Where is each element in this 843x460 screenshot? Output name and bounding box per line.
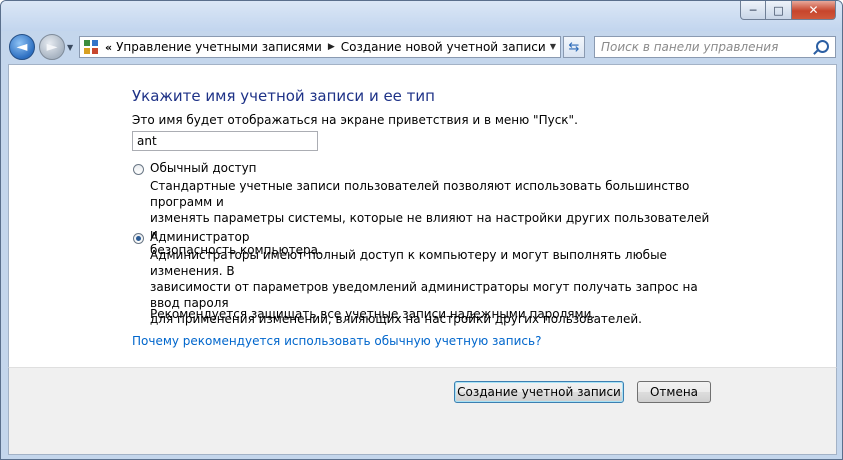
caption-buttons: ─ □ ✕	[740, 1, 836, 21]
content-area: Укажите имя учетной записи и ее тип Это …	[8, 64, 837, 368]
maximize-button[interactable]: □	[766, 1, 792, 20]
address-bar[interactable]: « Управление учетными записями ▶ Создани…	[79, 36, 561, 58]
account-name-input[interactable]	[132, 131, 318, 151]
button-bar: Создание учетной записи Отмена	[8, 367, 837, 455]
standard-user-label[interactable]: Обычный доступ	[150, 161, 257, 175]
breadcrumb-separator-icon[interactable]: ▶	[328, 42, 335, 52]
navigation-bar: ◄ ► ▼ « Управление учетными записями ▶ С…	[1, 31, 842, 63]
address-dropdown-icon[interactable]: ▼	[550, 42, 556, 51]
refresh-icon: ⇆	[568, 39, 580, 55]
standard-user-radio[interactable]	[133, 164, 144, 175]
name-prompt: Это имя будет отображаться на экране при…	[132, 113, 578, 127]
administrator-label[interactable]: Администратор	[150, 230, 250, 244]
standard-user-description: Стандартные учетные записи пользователей…	[150, 179, 710, 257]
search-input[interactable]: Поиск в панели управления	[594, 36, 836, 58]
breadcrumb-create-account[interactable]: Создание новой учетной записи	[341, 40, 546, 54]
minimize-button[interactable]: ─	[740, 1, 766, 20]
close-button[interactable]: ✕	[792, 1, 836, 20]
search-icon[interactable]	[816, 40, 829, 53]
refresh-button[interactable]: ⇆	[563, 36, 585, 58]
breadcrumb-user-accounts[interactable]: Управление учетными записями	[116, 40, 322, 54]
control-panel-icon	[83, 39, 99, 55]
back-arrow-icon[interactable]: ◄	[9, 34, 35, 60]
create-account-button[interactable]: Создание учетной записи	[454, 381, 624, 403]
title-bar[interactable]: ─ □ ✕	[1, 1, 842, 31]
cancel-button[interactable]: Отмена	[637, 381, 711, 403]
window: ─ □ ✕ ◄ ► ▼ « Управление учетными запися…	[0, 0, 843, 460]
page-title: Укажите имя учетной записи и ее тип	[132, 87, 435, 105]
recent-pages-dropdown-icon[interactable]: ▼	[67, 43, 73, 52]
search-placeholder: Поиск в панели управления	[601, 40, 779, 54]
forward-arrow-icon[interactable]: ►	[39, 34, 65, 60]
help-link[interactable]: Почему рекомендуется использовать обычну…	[132, 334, 541, 348]
password-recommendation: Рекомендуется защищать все учетные запис…	[150, 307, 596, 321]
administrator-radio[interactable]	[133, 233, 144, 244]
breadcrumb-overflow-icon[interactable]: «	[105, 41, 112, 54]
